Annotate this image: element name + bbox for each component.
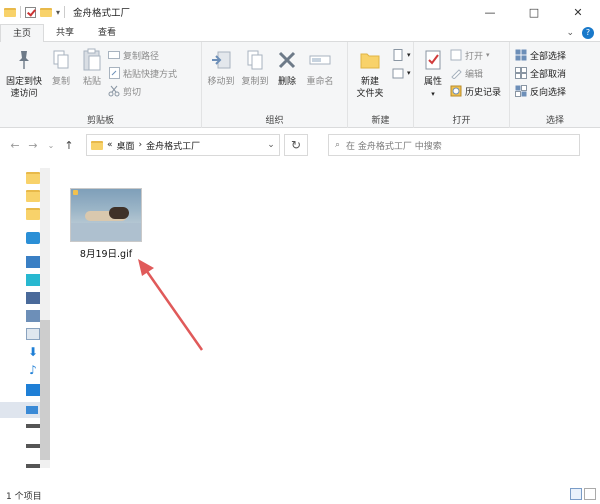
- annotation-arrow: [138, 259, 204, 351]
- details-view-button[interactable]: [570, 488, 582, 500]
- item-count: 1 个项目: [6, 491, 42, 502]
- view-toggle: [570, 488, 596, 500]
- status-bar: 1 个项目: [0, 486, 600, 504]
- large-icons-view-button[interactable]: [584, 488, 596, 500]
